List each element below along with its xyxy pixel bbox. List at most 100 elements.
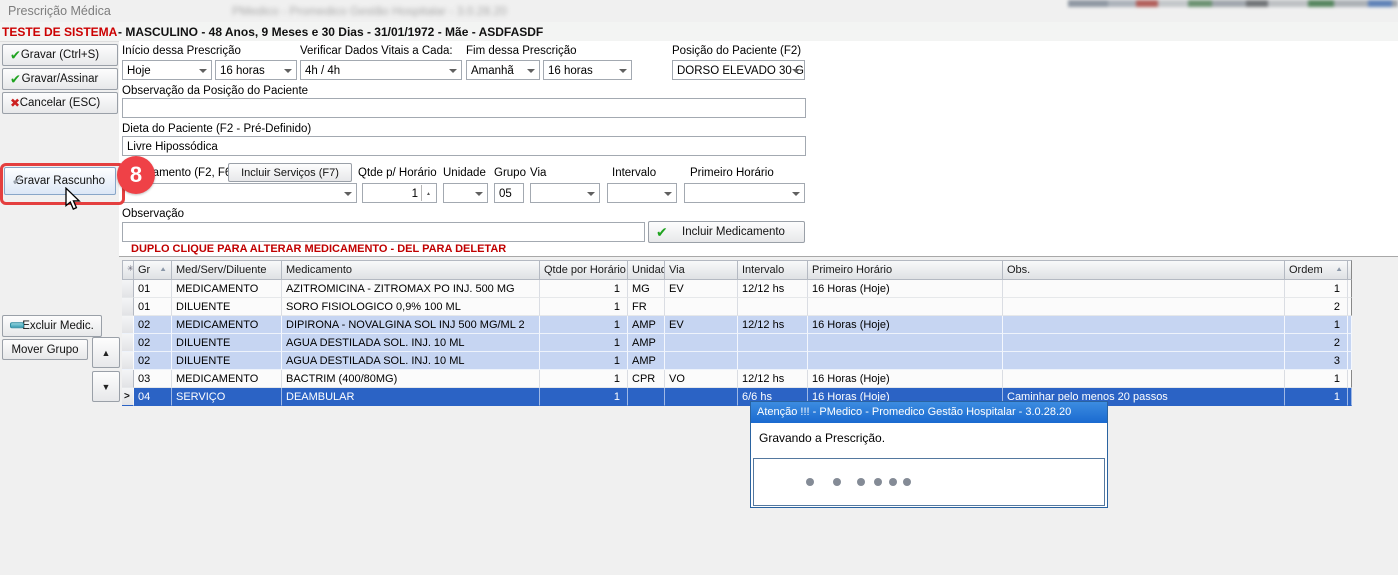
grid-cell-via[interactable]: EV: [665, 280, 738, 298]
grid-cell-unidade[interactable]: AMP: [628, 352, 665, 370]
grid-cell-via[interactable]: [665, 352, 738, 370]
grid-cell-primeiro[interactable]: [808, 334, 1003, 352]
tab-prescricao-medica[interactable]: Prescrição Médica: [8, 4, 111, 18]
grid-cell-ordem[interactable]: 2: [1285, 334, 1348, 352]
inicio-time-select[interactable]: 16 horas: [215, 60, 297, 80]
grid-cell-ordem[interactable]: 1: [1285, 370, 1348, 388]
grid-cell-obs[interactable]: [1003, 370, 1285, 388]
observacao-input[interactable]: [122, 222, 645, 242]
grid-header-via[interactable]: Via: [665, 260, 738, 280]
grid-cell-via[interactable]: EV: [665, 316, 738, 334]
grid-cell-via[interactable]: [665, 298, 738, 316]
grid-cell-unidade[interactable]: AMP: [628, 334, 665, 352]
inicio-date-select[interactable]: Hoje: [122, 60, 212, 80]
grid-cell-med[interactable]: BACTRIM (400/80MG): [282, 370, 540, 388]
move-group-up-button[interactable]: ▲: [92, 337, 120, 368]
incluir-servicos-button[interactable]: Incluir Serviços (F7): [228, 163, 352, 182]
grid-cell-obs[interactable]: [1003, 298, 1285, 316]
row-marker[interactable]: [122, 370, 134, 388]
grid-header-tipo[interactable]: Med/Serv/Diluente: [172, 260, 282, 280]
grid-cell-qtde[interactable]: 1: [540, 370, 628, 388]
grid-cell-unidade[interactable]: FR: [628, 298, 665, 316]
table-row[interactable]: 02DILUENTEAGUA DESTILADA SOL. INJ. 10 ML…: [122, 334, 1352, 352]
grid-cell-gr[interactable]: 02: [134, 334, 172, 352]
save-button[interactable]: ✔ Gravar (Ctrl+S): [2, 44, 118, 66]
grid-cell-gr[interactable]: 04: [134, 388, 172, 406]
grid-header-unidade[interactable]: Unidade: [628, 260, 665, 280]
grid-cell-tipo[interactable]: MEDICAMENTO: [172, 316, 282, 334]
table-row[interactable]: 03MEDICAMENTOBACTRIM (400/80MG)1CPRVO12/…: [122, 370, 1352, 388]
grid-header-obs[interactable]: Obs.: [1003, 260, 1285, 280]
grid-cell-primeiro[interactable]: 16 Horas (Hoje): [808, 370, 1003, 388]
grid-cell-med[interactable]: AGUA DESTILADA SOL. INJ. 10 ML: [282, 334, 540, 352]
grid-header-gr[interactable]: Gr▲: [134, 260, 172, 280]
grid-cell-obs[interactable]: [1003, 280, 1285, 298]
grid-cell-intervalo[interactable]: 12/12 hs: [738, 370, 808, 388]
medicamento-select[interactable]: [122, 183, 357, 203]
grid-cell-gr[interactable]: 01: [134, 280, 172, 298]
cancel-button[interactable]: ✖ Cancelar (ESC): [2, 92, 118, 114]
grid-cell-med[interactable]: DIPIRONA - NOVALGINA SOL INJ 500 MG/ML 2: [282, 316, 540, 334]
fim-time-select[interactable]: 16 horas: [543, 60, 632, 80]
grid-cell-tipo[interactable]: DILUENTE: [172, 298, 282, 316]
qtde-stepper[interactable]: 1 ▲▼: [362, 183, 437, 203]
grid-cell-ordem[interactable]: 1: [1285, 280, 1348, 298]
grid-cell-ordem[interactable]: 1: [1285, 316, 1348, 334]
vitais-select[interactable]: 4h / 4h: [300, 60, 462, 80]
grid-cell-gr[interactable]: 03: [134, 370, 172, 388]
grid-cell-qtde[interactable]: 1: [540, 298, 628, 316]
row-marker[interactable]: [122, 334, 134, 352]
grid-cell-ordem[interactable]: 3: [1285, 352, 1348, 370]
exclude-medication-button[interactable]: Excluir Medic.: [2, 315, 102, 337]
grid-cell-gr[interactable]: 02: [134, 316, 172, 334]
grid-cell-primeiro[interactable]: 16 Horas (Hoje): [808, 280, 1003, 298]
save-sign-button[interactable]: ✔ Gravar/Assinar: [2, 68, 118, 90]
grid-header-intervalo[interactable]: Intervalo: [738, 260, 808, 280]
grid-cell-tipo[interactable]: SERVIÇO: [172, 388, 282, 406]
move-group-button[interactable]: Mover Grupo: [2, 339, 88, 360]
grid-cell-via[interactable]: VO: [665, 370, 738, 388]
table-row[interactable]: 02DILUENTEAGUA DESTILADA SOL. INJ. 10 ML…: [122, 352, 1352, 370]
table-row[interactable]: >04SERVIÇODEAMBULAR16/6 hs16 Horas (Hoje…: [122, 388, 1352, 406]
grid-header-qtde[interactable]: Qtde por Horário: [540, 260, 628, 280]
grid-cell-med[interactable]: AZITROMICINA - ZITROMAX PO INJ. 500 MG: [282, 280, 540, 298]
grid-cell-intervalo[interactable]: [738, 334, 808, 352]
grid-cell-tipo[interactable]: MEDICAMENTO: [172, 280, 282, 298]
grid-cell-gr[interactable]: 02: [134, 352, 172, 370]
grid-cell-qtde[interactable]: 1: [540, 280, 628, 298]
row-marker[interactable]: >: [122, 388, 134, 406]
grid-cell-primeiro[interactable]: 16 Horas (Hoje): [808, 316, 1003, 334]
table-row[interactable]: 01DILUENTESORO FISIOLOGICO 0,9% 100 ML1F…: [122, 298, 1352, 316]
grid-cell-tipo[interactable]: MEDICAMENTO: [172, 370, 282, 388]
grid-header-primeiro[interactable]: Primeiro Horário: [808, 260, 1003, 280]
grid-header-marker[interactable]: ✳: [122, 260, 134, 280]
grid-cell-qtde[interactable]: 1: [540, 334, 628, 352]
primeiro-horario-select[interactable]: [684, 183, 805, 203]
grid-cell-via[interactable]: [665, 388, 738, 406]
row-marker[interactable]: [122, 298, 134, 316]
row-marker[interactable]: [122, 316, 134, 334]
table-row[interactable]: 01MEDICAMENTOAZITROMICINA - ZITROMAX PO …: [122, 280, 1352, 298]
move-group-down-button[interactable]: ▼: [92, 371, 120, 402]
grid-cell-tipo[interactable]: DILUENTE: [172, 352, 282, 370]
grid-cell-med[interactable]: DEAMBULAR: [282, 388, 540, 406]
grid-header-ordem[interactable]: Ordem▲: [1285, 260, 1348, 280]
grid-cell-unidade[interactable]: CPR: [628, 370, 665, 388]
grid-cell-intervalo[interactable]: 12/12 hs: [738, 316, 808, 334]
incluir-medicamento-button[interactable]: ✔ Incluir Medicamento: [648, 221, 805, 243]
grid-cell-qtde[interactable]: 1: [540, 388, 628, 406]
grid-cell-qtde[interactable]: 1: [540, 352, 628, 370]
grid-cell-primeiro[interactable]: [808, 298, 1003, 316]
grid-cell-ordem[interactable]: 1: [1285, 388, 1348, 406]
dieta-input[interactable]: Livre Hipossódica: [122, 136, 806, 156]
grid-cell-unidade[interactable]: MG: [628, 280, 665, 298]
obs-posicao-input[interactable]: [122, 98, 806, 118]
grid-cell-ordem[interactable]: 2: [1285, 298, 1348, 316]
grid-header-med[interactable]: Medicamento: [282, 260, 540, 280]
grid-cell-via[interactable]: [665, 334, 738, 352]
grid-cell-tipo[interactable]: DILUENTE: [172, 334, 282, 352]
intervalo-select[interactable]: [607, 183, 677, 203]
grupo-input[interactable]: 05: [494, 183, 524, 203]
grid-cell-unidade[interactable]: [628, 388, 665, 406]
posicao-select[interactable]: DORSO ELEVADO 30 G: [672, 60, 805, 80]
